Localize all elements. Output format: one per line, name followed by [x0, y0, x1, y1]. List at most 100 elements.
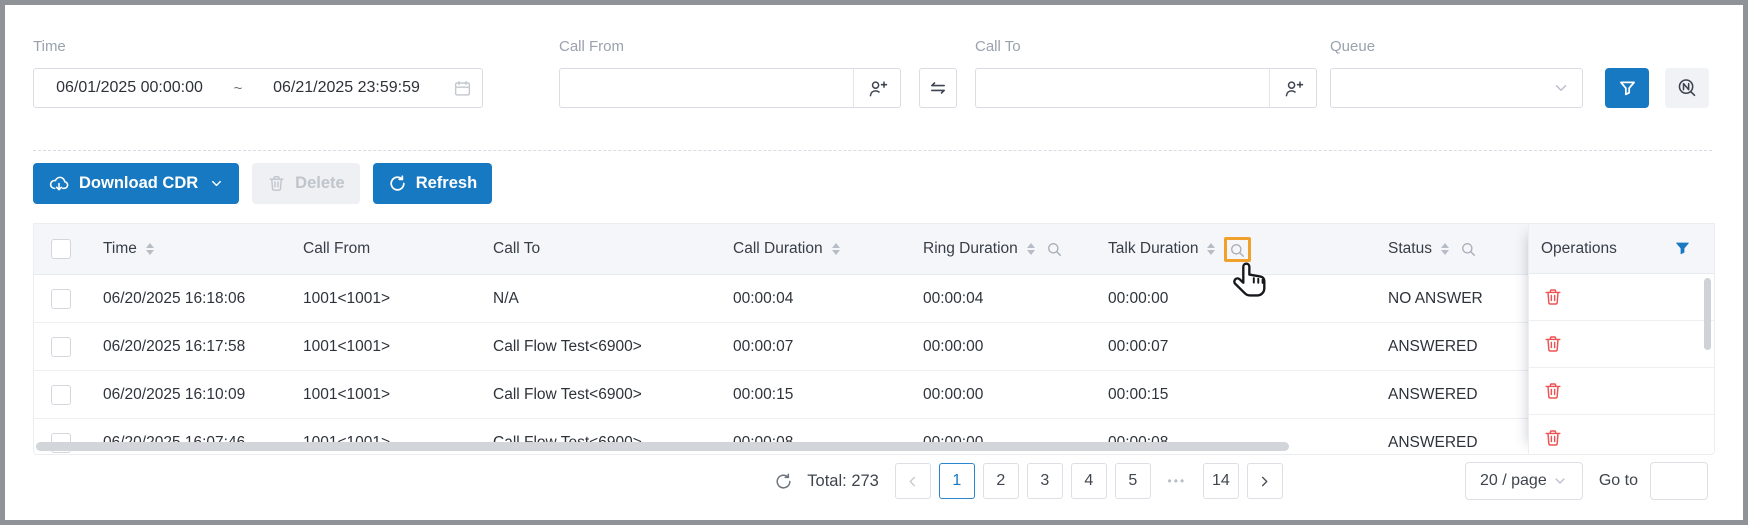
header-time: Time [91, 240, 291, 258]
filter-icon [1617, 78, 1638, 99]
page-button-2[interactable]: 2 [983, 463, 1019, 499]
cell-ring-duration: 00:00:04 [911, 290, 1096, 308]
page-size-select[interactable]: 20 / page [1465, 462, 1583, 500]
operations-row [1529, 274, 1714, 321]
download-cdr-label: Download CDR [79, 174, 198, 193]
operations-header: Operations [1529, 224, 1714, 274]
queue-select[interactable] [1330, 68, 1583, 108]
operations-row [1529, 415, 1714, 455]
cell-call-duration: 00:00:15 [721, 386, 911, 404]
delete-record-icon[interactable] [1543, 381, 1563, 401]
call-to-input[interactable] [975, 68, 1317, 108]
vertical-scrollbar[interactable] [1704, 278, 1711, 350]
contact-add-icon[interactable] [853, 69, 900, 107]
row-checkbox-cell [34, 385, 91, 405]
pagination-bar: Total: 273 12345 ••• 14 20 / page Go to [33, 462, 1708, 500]
cell-status: ANSWERED [1376, 338, 1531, 356]
header-label: Status [1388, 240, 1432, 258]
header-call-from: Call From [291, 240, 481, 258]
call-from-filter-group: Call From [559, 38, 901, 108]
cell-time: 06/20/2025 16:18:06 [91, 290, 291, 308]
sort-icon[interactable] [1207, 243, 1215, 255]
trash-icon [267, 174, 286, 193]
page-size-value: 20 / page [1480, 472, 1547, 490]
sort-icon[interactable] [1027, 243, 1035, 255]
queue-filter-group: Queue [1330, 38, 1583, 108]
search-icon[interactable] [1046, 241, 1063, 258]
time-label: Time [33, 38, 483, 55]
total-count: Total: 273 [807, 472, 879, 491]
page-button-5[interactable]: 5 [1115, 463, 1151, 499]
operations-row [1529, 321, 1714, 368]
contact-add-icon[interactable] [1269, 69, 1316, 107]
refresh-icon [388, 174, 407, 193]
header-call-duration: Call Duration [721, 240, 911, 258]
call-from-input[interactable] [559, 68, 901, 108]
chevron-left-icon [905, 474, 920, 489]
cell-call-from: 1001<1001> [291, 338, 481, 356]
table-row: 06/20/2025 16:10:091001<1001>Call Flow T… [34, 371, 1714, 419]
apply-filter-button[interactable] [1605, 68, 1649, 108]
cell-time: 06/20/2025 16:17:58 [91, 338, 291, 356]
select-all-checkbox[interactable] [51, 239, 71, 259]
search-icon-highlighted[interactable] [1224, 237, 1251, 262]
calendar-icon[interactable] [442, 79, 482, 98]
cell-status: ANSWERED [1376, 386, 1531, 404]
row-checkbox[interactable] [51, 385, 71, 405]
time-filter-group: Time 06/01/2025 00:00:00 ~ 06/21/2025 23… [33, 38, 483, 108]
download-cdr-button[interactable]: Download CDR [33, 163, 239, 204]
horizontal-scrollbar[interactable] [36, 442, 1289, 451]
sort-icon[interactable] [1441, 243, 1449, 255]
cell-ring-duration: 00:00:00 [911, 386, 1096, 404]
operations-label: Operations [1541, 240, 1617, 258]
date-range-separator: ~ [225, 80, 251, 97]
sort-icon[interactable] [832, 243, 840, 255]
refresh-button[interactable]: Refresh [373, 163, 492, 204]
page-button-4[interactable]: 4 [1071, 463, 1107, 499]
chevron-down-icon [209, 176, 224, 191]
call-from-field[interactable] [560, 79, 853, 97]
row-checkbox[interactable] [51, 289, 71, 309]
operations-column: Operations [1528, 224, 1714, 454]
cell-call-duration: 00:00:04 [721, 290, 911, 308]
cell-talk-duration: 00:00:07 [1096, 338, 1376, 356]
page-ellipsis: ••• [1159, 474, 1195, 488]
swap-from-to-button[interactable] [919, 68, 957, 108]
time-range-input[interactable]: 06/01/2025 00:00:00 ~ 06/21/2025 23:59:5… [33, 68, 483, 108]
page-button-1[interactable]: 1 [939, 463, 975, 499]
end-date-value[interactable]: 06/21/2025 23:59:59 [251, 79, 442, 97]
cell-ring-duration: 00:00:00 [911, 338, 1096, 356]
goto-label: Go to [1599, 472, 1638, 490]
cell-call-from: 1001<1001> [291, 386, 481, 404]
queue-label: Queue [1330, 38, 1583, 55]
operations-row [1529, 368, 1714, 415]
cell-time: 06/20/2025 16:10:09 [91, 386, 291, 404]
delete-record-icon[interactable] [1543, 428, 1563, 448]
cloud-download-icon [48, 173, 70, 195]
column-filter-icon[interactable] [1673, 239, 1692, 258]
delete-record-icon[interactable] [1543, 334, 1563, 354]
table-body: 06/20/2025 16:18:061001<1001>N/A00:00:04… [34, 275, 1714, 455]
sort-icon[interactable] [146, 243, 154, 255]
number-name-search-button[interactable] [1665, 68, 1709, 108]
header-label: Time [103, 240, 137, 258]
page-button-3[interactable]: 3 [1027, 463, 1063, 499]
goto-page-input[interactable] [1650, 462, 1708, 500]
header-label: Ring Duration [923, 240, 1018, 258]
row-checkbox[interactable] [51, 337, 71, 357]
delete-button[interactable]: Delete [252, 163, 360, 204]
page-button-14[interactable]: 14 [1203, 463, 1239, 499]
header-talk-duration: Talk Duration [1096, 237, 1376, 262]
header-label: Call Duration [733, 240, 823, 258]
section-divider [33, 150, 1712, 151]
next-page-button[interactable] [1247, 463, 1283, 499]
prev-page-button[interactable] [895, 463, 931, 499]
refresh-list-icon[interactable] [774, 472, 793, 491]
header-status: Status [1376, 240, 1531, 258]
start-date-value[interactable]: 06/01/2025 00:00:00 [34, 79, 225, 97]
call-to-field[interactable] [976, 79, 1269, 97]
delete-record-icon[interactable] [1543, 287, 1563, 307]
swap-icon [928, 78, 948, 98]
search-icon[interactable] [1460, 241, 1477, 258]
header-label: Call To [493, 240, 540, 258]
